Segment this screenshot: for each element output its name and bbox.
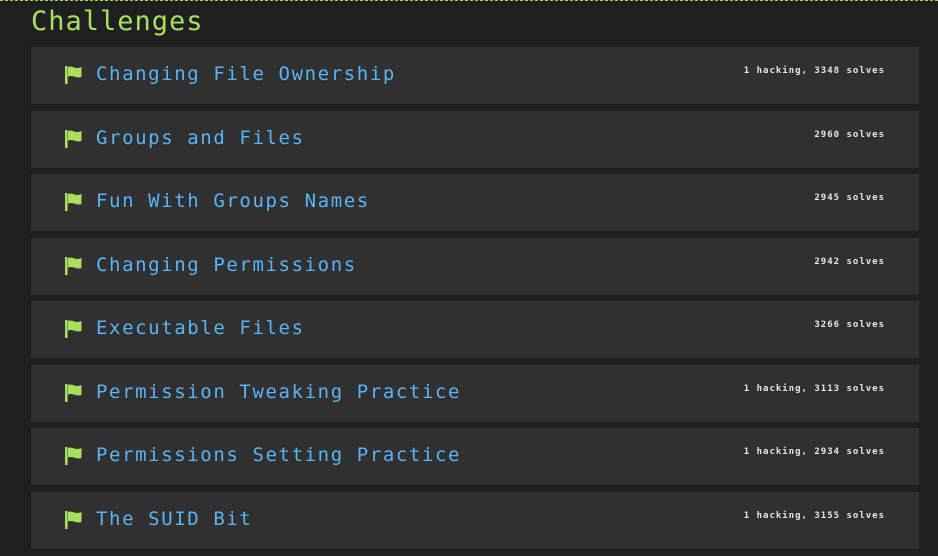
flag-icon [64,447,84,465]
challenge-stats: 3266 solves [814,320,885,330]
challenge-stats: 1 hacking, 3113 solves [743,383,885,394]
flag-icon [64,510,84,529]
challenge-row-changing-permissions[interactable]: Changing Permissions 2942 solves [31,237,919,295]
flag-icon [64,320,84,338]
challenge-name[interactable]: Permissions Setting Practice [96,443,461,467]
flag-icon [64,129,84,148]
challenge-row-permission-tweaking-practice[interactable]: Permission Tweaking Practice 1 hacking, … [31,364,919,422]
challenge-stats: 1 hacking, 3155 solves [743,510,885,521]
challenge-stats: 2945 solves [814,193,885,203]
challenge-row-the-suid-bit[interactable]: The SUID Bit 1 hacking, 3155 solves [31,491,919,549]
flag-icon [64,193,84,211]
flag-icon [64,383,84,402]
challenge-stats: 1 hacking, 2934 solves [743,447,885,457]
challenge-name[interactable]: Fun With Groups Names [96,189,370,213]
challenge-name[interactable]: Changing File Ownership [96,62,396,86]
challenge-stats: 2960 solves [814,129,885,140]
challenge-list: Changing File Ownership 1 hacking, 3348 … [31,47,919,555]
flag-icon [64,256,84,275]
challenge-name[interactable]: Permission Tweaking Practice [96,380,461,404]
section-title: Challenges [31,6,204,37]
challenge-row-groups-and-files[interactable]: Groups and Files 2960 solves [31,110,919,168]
challenge-name[interactable]: Executable Files [96,316,305,340]
challenge-row-fun-with-groups-names[interactable]: Fun With Groups Names 2945 solves [31,174,919,231]
challenge-row-changing-file-ownership[interactable]: Changing File Ownership 1 hacking, 3348 … [31,47,919,104]
challenge-name[interactable]: Changing Permissions [96,253,357,277]
top-divider [0,0,938,1]
challenge-stats: 1 hacking, 3348 solves [743,66,885,76]
challenge-row-permissions-setting-practice[interactable]: Permissions Setting Practice 1 hacking, … [31,428,919,485]
challenge-name[interactable]: Groups and Files [96,126,305,150]
challenge-stats: 2942 solves [814,256,885,267]
flag-icon [64,66,84,84]
challenge-name[interactable]: The SUID Bit [96,507,252,531]
challenge-row-executable-files[interactable]: Executable Files 3266 solves [31,301,919,358]
